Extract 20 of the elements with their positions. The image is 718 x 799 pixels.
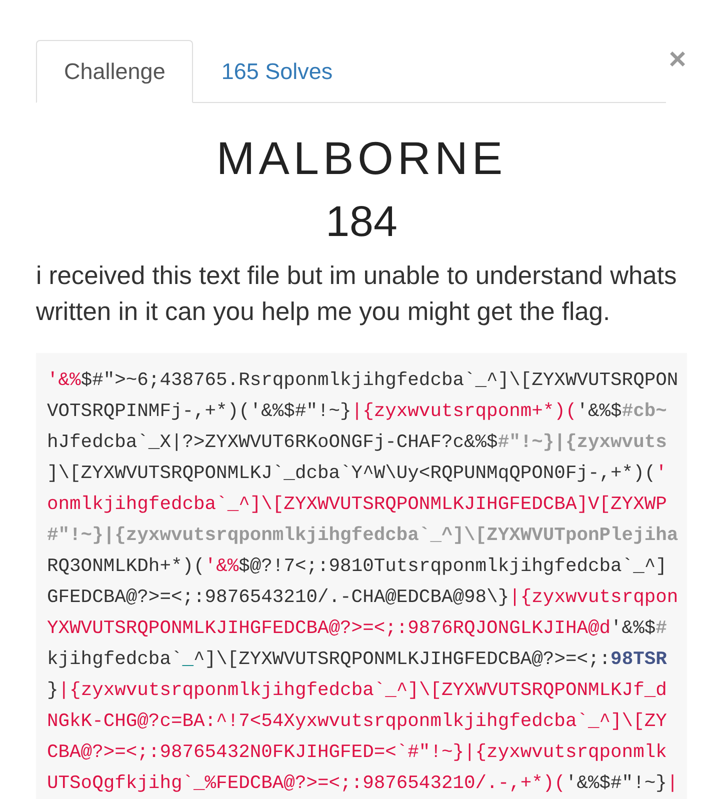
code-line: kjihgfedcba`_^]\[ZYXWVUTSRQPONMLKJIHGFEDCBA@?>=<;:98TSR: [47, 647, 667, 672]
code-line: UTSoQgfkjihg`_%FEDCBA@?>=<;:9876543210/.-,+*)('&%$#"!~}|: [47, 771, 678, 796]
code-line: GFEDCBA@?>=<;:9876543210/.-CHA@EDCBA@98\}|{zyxwvutsrqpon: [47, 585, 678, 610]
code-line: NGkK-CHG@?c=BA:^!7<54Xyxwvutsrqponmlkjihgfedcba`_^]\[ZY: [47, 709, 667, 734]
challenge-description: i received this text file but im unable to understand whats written in it can you help me you might get the flag.: [36, 261, 678, 328]
code-line: }|{zyxwvutsrqponmlkjihgfedcba`_^]\[ZYXWVUTSRQPONMLKJf_d: [47, 678, 667, 703]
challenge-points: 184: [324, 199, 398, 245]
code-line: VOTSRQPINMFj-,+*)('&%$#"!~}|{zyxwvutsrqponm+*)('&%$#cb~: [47, 399, 667, 424]
code-line: hJfedcba`_X|?>ZYXWVUT6RKoONGFj-CHAF?c&%$#"!~}|{zyxwvuts: [47, 430, 667, 455]
code-line: ]\[ZYXWVUTSRQPONMLKJ`_dcba`Y^W\Uy<RQPUNMqQPON0Fj-,+*)(': [47, 461, 667, 486]
code-line: '&%$#">~6;438765.Rsrqponmlkjihgfedcba`_^]\[ZYXWVUTSRQPON: [47, 368, 678, 393]
code-line: onmlkjihgfedcba`_^]\[ZYXWVUTSRQPONMLKJIHGFEDCBA]V[ZYXWP: [47, 492, 667, 517]
tab[interactable]: Challenge: [36, 40, 194, 103]
code-line: #"!~}|{zyxwvutsrqponmlkjihgfedcba`_^]\[ZYXWVUTponPlejiha: [47, 523, 678, 548]
code-line: YXWVUTSRQPONMLKJIHGFEDCBA@?>=<;:9876RQJONGLKJIHA@d'&%$#: [47, 616, 667, 641]
tab[interactable]: 165 Solves: [193, 40, 361, 103]
code-line: CBA@?>=<;:98765432N0FKJIHGFED=<`#"!~}|{zyxwvutsrqponmlk: [47, 740, 667, 765]
code-line: RQ3ONMLKDh+*)('&%$@?!7<;:9810Tutsrqponmlkjihgfedcba`_^]: [47, 554, 667, 579]
challenge-title: MALBORNE: [215, 133, 508, 183]
close-button[interactable]: ×: [668, 44, 687, 76]
